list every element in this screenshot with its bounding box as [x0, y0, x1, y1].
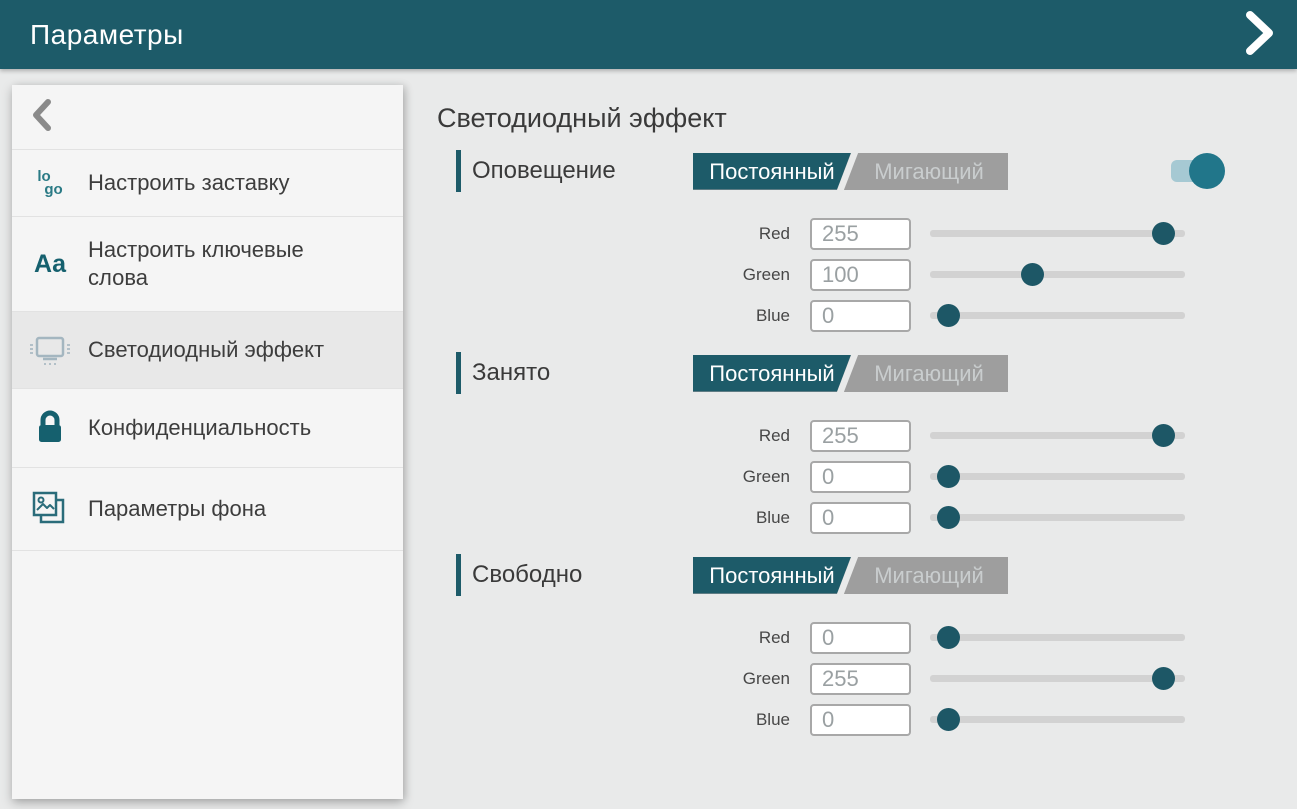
channel-label: Red — [670, 426, 790, 446]
section-label: Свободно — [472, 561, 693, 589]
sidebar-item-label: Конфиденциальность — [88, 414, 311, 442]
slider-thumb[interactable] — [1152, 667, 1175, 690]
toggle-knob — [1189, 153, 1225, 189]
blue-slider[interactable] — [930, 708, 1185, 731]
blue-input[interactable] — [810, 502, 911, 534]
mode-switch: Мигающий Постоянный — [693, 153, 1008, 190]
green-slider[interactable] — [930, 465, 1185, 488]
led-icon — [12, 331, 88, 369]
accent-bar — [456, 554, 461, 596]
rgb-row: Red — [670, 617, 1297, 658]
slider-thumb[interactable] — [1152, 222, 1175, 245]
rgb-row: Green — [670, 658, 1297, 699]
led-section-notification: Оповещение Мигающий Постоянный Red Green… — [437, 150, 1297, 336]
accent-bar — [456, 352, 461, 394]
channel-label: Red — [670, 224, 790, 244]
images-icon — [12, 487, 88, 531]
red-slider[interactable] — [930, 626, 1185, 649]
mode-option-constant[interactable]: Постоянный — [693, 355, 851, 392]
section-label: Занято — [472, 359, 693, 387]
chevron-left-icon — [30, 98, 52, 137]
mode-option-blinking[interactable]: Мигающий — [850, 355, 1008, 392]
slider-track — [930, 634, 1185, 641]
rgb-row: Red — [670, 213, 1297, 254]
red-input[interactable] — [810, 218, 911, 250]
slider-thumb[interactable] — [937, 626, 960, 649]
slider-thumb[interactable] — [1021, 263, 1044, 286]
sidebar-item-background[interactable]: Параметры фона — [12, 468, 403, 551]
blue-slider[interactable] — [930, 506, 1185, 529]
channel-label: Red — [670, 628, 790, 648]
led-section-busy: Занято Мигающий Постоянный Red Green Blu… — [437, 352, 1297, 538]
header-title: Параметры — [30, 19, 184, 51]
mode-option-blinking[interactable]: Мигающий — [850, 153, 1008, 190]
red-slider[interactable] — [930, 222, 1185, 245]
mode-switch: Мигающий Постоянный — [693, 355, 1008, 392]
mode-option-blinking[interactable]: Мигающий — [850, 557, 1008, 594]
rgb-row: Red — [670, 415, 1297, 456]
slider-track — [930, 230, 1185, 237]
sidebar-item-label: Параметры фона — [88, 495, 266, 523]
led-section-free: Свободно Мигающий Постоянный Red Green B… — [437, 554, 1297, 740]
green-input[interactable] — [810, 663, 911, 695]
aa-icon: Aa — [12, 250, 88, 279]
mode-option-constant[interactable]: Постоянный — [693, 557, 851, 594]
channel-label: Green — [670, 669, 790, 689]
slider-track — [930, 514, 1185, 521]
slider-track — [930, 432, 1185, 439]
sidebar-item-label: Светодиодный эффект — [88, 336, 324, 364]
slider-thumb[interactable] — [937, 304, 960, 327]
sidebar-item-keywords[interactable]: Aa Настроить ключевые слова — [12, 217, 403, 312]
mode-switch: Мигающий Постоянный — [693, 557, 1008, 594]
slider-thumb[interactable] — [937, 506, 960, 529]
green-input[interactable] — [810, 461, 911, 493]
back-button[interactable] — [12, 85, 403, 150]
enabled-toggle[interactable] — [1171, 153, 1225, 189]
main-panel: Светодиодный эффект Оповещение Мигающий … — [437, 69, 1297, 756]
forward-button[interactable] — [1235, 12, 1283, 58]
slider-thumb[interactable] — [937, 708, 960, 731]
rgb-row: Blue — [670, 699, 1297, 740]
sidebar-item-splash[interactable]: logo Настроить заставку — [12, 150, 403, 217]
section-label: Оповещение — [472, 157, 693, 185]
mode-option-constant[interactable]: Постоянный — [693, 153, 851, 190]
green-input[interactable] — [810, 259, 911, 291]
green-slider[interactable] — [930, 667, 1185, 690]
channel-label: Blue — [670, 306, 790, 326]
channel-label: Blue — [670, 710, 790, 730]
slider-track — [930, 716, 1185, 723]
green-slider[interactable] — [930, 263, 1185, 286]
channel-label: Blue — [670, 508, 790, 528]
sidebar-item-privacy[interactable]: Конфиденциальность — [12, 389, 403, 468]
rgb-row: Blue — [670, 295, 1297, 336]
red-input[interactable] — [810, 420, 911, 452]
logo-icon: logo — [12, 170, 88, 196]
accent-bar — [456, 150, 461, 192]
blue-input[interactable] — [810, 300, 911, 332]
sidebar-item-label: Настроить ключевые слова — [88, 236, 343, 292]
channel-label: Green — [670, 467, 790, 487]
blue-input[interactable] — [810, 704, 911, 736]
red-input[interactable] — [810, 622, 911, 654]
sidebar-item-led[interactable]: Светодиодный эффект — [12, 312, 403, 389]
app-header: Параметры — [0, 0, 1297, 69]
slider-thumb[interactable] — [937, 465, 960, 488]
rgb-row: Green — [670, 254, 1297, 295]
page-title: Светодиодный эффект — [437, 103, 1297, 133]
slider-track — [930, 312, 1185, 319]
blue-slider[interactable] — [930, 304, 1185, 327]
slider-track — [930, 271, 1185, 278]
slider-track — [930, 675, 1185, 682]
sidebar: logo Настроить заставку Aa Настроить клю… — [12, 85, 403, 799]
slider-track — [930, 473, 1185, 480]
lock-icon — [12, 408, 88, 448]
slider-thumb[interactable] — [1152, 424, 1175, 447]
rgb-row: Green — [670, 456, 1297, 497]
rgb-row: Blue — [670, 497, 1297, 538]
channel-label: Green — [670, 265, 790, 285]
red-slider[interactable] — [930, 424, 1185, 447]
sidebar-item-label: Настроить заставку — [88, 169, 290, 197]
chevron-right-icon — [1242, 10, 1276, 61]
